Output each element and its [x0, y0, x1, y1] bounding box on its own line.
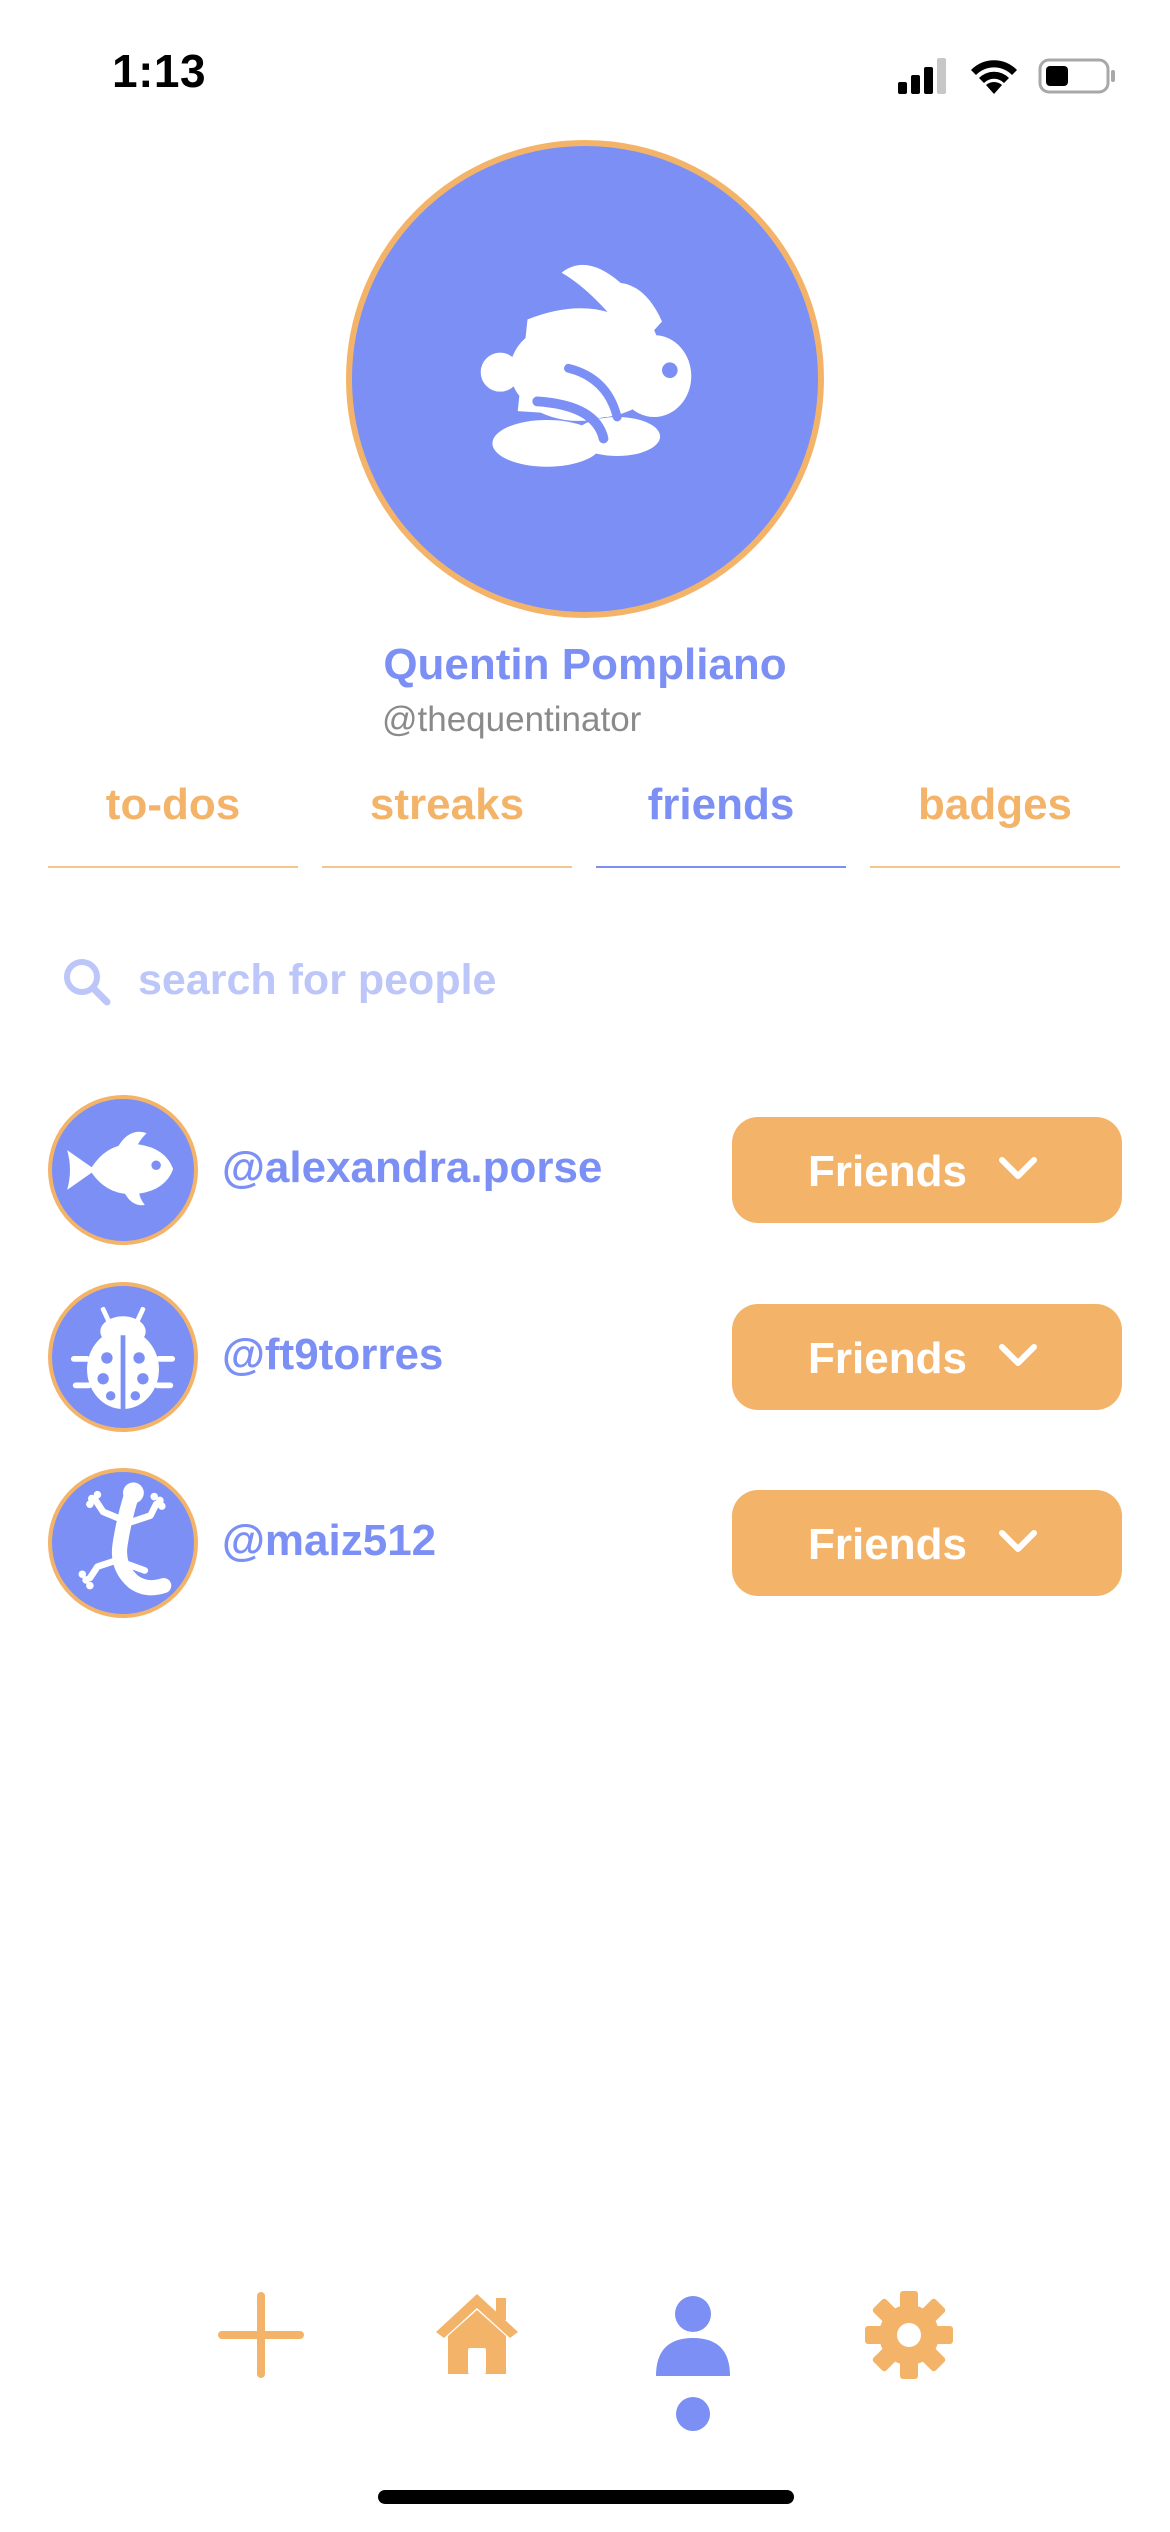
chevron-down-icon: [999, 1344, 1037, 1366]
profile-name: Quentin Pompliano: [383, 640, 787, 689]
gear-icon: [865, 2291, 953, 2379]
friend-handle[interactable]: @alexandra.porse: [222, 1143, 602, 1193]
tab-streaks[interactable]: streaks: [322, 770, 572, 868]
search-icon: [64, 959, 111, 1006]
nav-home[interactable]: [422, 2280, 532, 2390]
friend-status-label: Friends: [808, 1520, 967, 1569]
profile-avatar[interactable]: [346, 140, 824, 618]
profile-icon: [656, 2296, 730, 2376]
nav-profile[interactable]: [638, 2280, 748, 2390]
home-icon: [436, 2294, 518, 2374]
chevron-down-icon: [999, 1157, 1037, 1179]
friend-status-label: Friends: [808, 1147, 967, 1196]
status-bar: 1:13: [0, 0, 1170, 150]
home-indicator[interactable]: [378, 2490, 794, 2504]
friend-row[interactable]: @alexandra.porse Friends: [48, 1095, 1123, 1245]
status-time: 1:13: [112, 45, 207, 97]
tab-friends[interactable]: friends: [596, 770, 846, 868]
friend-status-button[interactable]: Friends: [732, 1490, 1122, 1596]
plus-icon: [218, 2292, 304, 2378]
nav-add[interactable]: [206, 2280, 316, 2390]
cellular-signal-icon: [898, 58, 946, 94]
ladybug-icon: [70, 1306, 176, 1410]
chevron-down-icon: [999, 1530, 1037, 1552]
friend-status-button[interactable]: Friends: [732, 1117, 1122, 1223]
friend-avatar[interactable]: [48, 1095, 198, 1245]
friend-row[interactable]: @maiz512 Friends: [48, 1468, 1123, 1618]
nav-settings[interactable]: [854, 2280, 964, 2390]
wifi-icon: [971, 60, 1017, 94]
tab-badges[interactable]: badges: [870, 770, 1120, 868]
profile-tabs: to-dos streaks friends badges: [48, 770, 1123, 868]
lizard-icon: [78, 1482, 172, 1596]
profile-handle: @thequentinator: [382, 700, 642, 739]
bottom-nav: [0, 2280, 1170, 2440]
friend-avatar[interactable]: [48, 1282, 198, 1432]
friend-avatar[interactable]: [48, 1468, 198, 1618]
active-tab-indicator: [676, 2397, 710, 2431]
status-icons: [898, 56, 1118, 96]
tab-to-dos[interactable]: to-dos: [48, 770, 298, 868]
rabbit-icon: [480, 264, 692, 467]
friend-status-label: Friends: [808, 1334, 967, 1383]
battery-icon: [1038, 58, 1115, 94]
friend-status-button[interactable]: Friends: [732, 1304, 1122, 1410]
friend-handle[interactable]: @maiz512: [222, 1516, 436, 1566]
search-bar: [56, 945, 856, 1015]
fish-icon: [67, 1131, 174, 1206]
search-input[interactable]: [138, 945, 838, 1015]
friend-row[interactable]: @ft9torres Friends: [48, 1282, 1123, 1432]
friend-handle[interactable]: @ft9torres: [222, 1330, 443, 1380]
